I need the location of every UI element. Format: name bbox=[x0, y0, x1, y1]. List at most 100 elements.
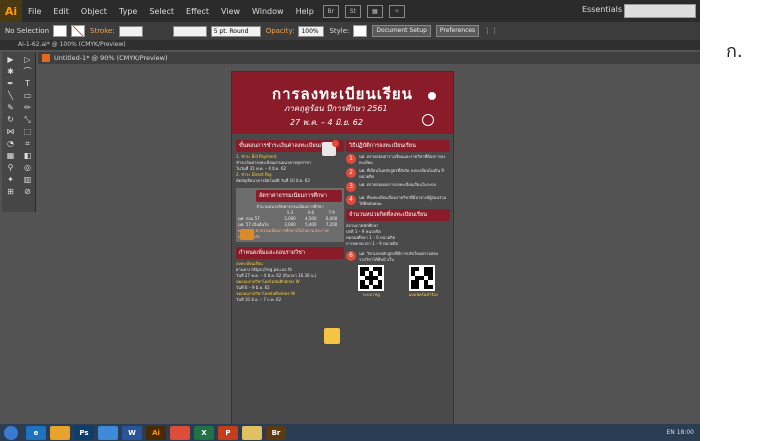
qr-label: แบบฟอร์มคำร้อง bbox=[408, 292, 438, 297]
pencil-tool-icon[interactable]: ✏ bbox=[19, 102, 36, 114]
magic-wand-icon[interactable]: ✱ bbox=[2, 66, 19, 78]
shape-builder-icon[interactable]: ◔ bbox=[2, 138, 19, 150]
step-number: 6 bbox=[346, 251, 356, 261]
decor-ring-icon bbox=[422, 114, 434, 126]
selection-tool-icon[interactable]: ▶ bbox=[2, 54, 19, 66]
opacity-label[interactable]: Opacity: bbox=[266, 27, 295, 35]
rotate-tool-icon[interactable]: ↻ bbox=[2, 114, 19, 126]
qr-block: ระบบ reg bbox=[358, 265, 385, 298]
slice-tool-icon[interactable]: ⊘ bbox=[19, 186, 36, 198]
arrange-documents-icon[interactable]: ▦ bbox=[366, 4, 383, 18]
graph-tool-icon[interactable]: ▥ bbox=[19, 174, 36, 186]
payment-line-5: ตัดบัญชีธนาคารอัตโนมัติ วันที่ 10 มิ.ย. … bbox=[236, 178, 310, 183]
search-input[interactable] bbox=[624, 4, 696, 18]
variable-width-field[interactable] bbox=[172, 25, 207, 37]
taskbar-ie-icon[interactable]: e bbox=[26, 425, 46, 440]
menu-edit[interactable]: Edit bbox=[47, 7, 75, 16]
system-tray[interactable]: EN 18:00 bbox=[667, 424, 694, 441]
document-tab[interactable]: Untitled-1* @ 90% (CMYK/Preview) bbox=[38, 52, 700, 64]
opacity-field[interactable]: 100% bbox=[298, 25, 325, 37]
scale-tool-icon[interactable]: ⤡ bbox=[19, 114, 36, 126]
app-logo: Ai bbox=[0, 0, 22, 22]
menu-view[interactable]: View bbox=[215, 7, 246, 16]
taskbar-explorer-icon[interactable] bbox=[50, 425, 70, 440]
schedule-header: กำหนดเพิ่มและถอนรายวิชา bbox=[236, 247, 344, 259]
decor-dot-icon bbox=[428, 92, 436, 100]
bridge-icon[interactable]: Br bbox=[322, 4, 339, 18]
taskbar-powerpoint-icon[interactable]: P bbox=[218, 425, 238, 440]
lasso-icon[interactable]: ⌒ bbox=[19, 66, 36, 78]
wallet-icon bbox=[240, 229, 254, 240]
figure-label: ก. bbox=[726, 41, 743, 62]
menu-file[interactable]: File bbox=[22, 7, 47, 16]
fill-swatch[interactable] bbox=[53, 25, 68, 37]
rectangle-tool-icon[interactable]: ▭ bbox=[19, 90, 36, 102]
control-bar: No Selection Stroke: 5 pt. Round Opacity… bbox=[0, 22, 700, 40]
gpu-icon[interactable]: ✧ bbox=[388, 4, 405, 18]
brush-field[interactable]: 5 pt. Round bbox=[210, 25, 261, 37]
direct-selection-tool-icon[interactable]: ▷ bbox=[19, 54, 36, 66]
step-text: นศ. ตรวจสอบตารางเรียนและรายวิชาที่ต้องกา… bbox=[359, 154, 446, 165]
brush-tool-icon[interactable]: ✎ bbox=[2, 102, 19, 114]
calendar-icon bbox=[324, 328, 340, 344]
menu-type[interactable]: Type bbox=[113, 7, 143, 16]
procedure-header: วิธีปฏิบัติการลงทะเบียนเรียน bbox=[346, 140, 450, 152]
qr-codes: ระบบ reg แบบฟอร์มคำร้อง bbox=[346, 265, 450, 298]
stock-icon[interactable]: St bbox=[344, 4, 361, 18]
close-tab-icon[interactable] bbox=[42, 54, 50, 62]
tools-panel: ▶ ▷ ✱ ⌒ ✒ T ╲ ▭ ✎ ✏ ↻ ⤡ ⋈ ⬚ ◔ ⌗ ▦ ◧ ⚲ ◎ … bbox=[2, 52, 36, 212]
step-item: 3 นศ. ตรวจสอบผลการลงทะเบียนเรียนในระบบ bbox=[346, 182, 450, 192]
step-number: 1 bbox=[346, 154, 356, 164]
document-setup-button[interactable]: Document Setup bbox=[372, 25, 431, 37]
artboard-tool-icon[interactable]: ⊞ bbox=[2, 186, 19, 198]
taskbar-browser-icon[interactable] bbox=[170, 425, 190, 440]
fee-header: อัตราค่าธรรมเนียมการศึกษา bbox=[256, 190, 342, 202]
qr-label: ระบบ reg bbox=[362, 292, 380, 297]
type-tool-icon[interactable]: T bbox=[19, 78, 36, 90]
blend-tool-icon[interactable]: ◎ bbox=[19, 162, 36, 174]
menu-select[interactable]: Select bbox=[143, 7, 180, 16]
taskbar-chrome-icon[interactable] bbox=[98, 425, 118, 440]
menu-effect[interactable]: Effect bbox=[180, 7, 215, 16]
mesh-tool-icon[interactable]: ▦ bbox=[2, 150, 19, 162]
step-item: 1 นศ. ตรวจสอบตารางเรียนและรายวิชาที่ต้อง… bbox=[346, 154, 450, 165]
step-number: 2 bbox=[346, 168, 356, 178]
step-number: 4 bbox=[346, 195, 356, 205]
stroke-label[interactable]: Stroke: bbox=[90, 27, 115, 35]
taskbar-word-icon[interactable]: W bbox=[122, 425, 142, 440]
stroke-swatch[interactable] bbox=[71, 25, 86, 37]
style-label: Style: bbox=[329, 27, 350, 35]
width-tool-icon[interactable]: ⋈ bbox=[2, 126, 19, 138]
taskbar-bridge-icon[interactable]: Br bbox=[266, 425, 286, 440]
taskbar-illustrator-icon[interactable]: Ai bbox=[146, 425, 166, 440]
workspace-switcher[interactable]: Essentials bbox=[582, 5, 622, 14]
badge-icon bbox=[332, 140, 339, 147]
panel-tab[interactable]: Ai-1-62.ai* @ 100% (CMYK/Preview) bbox=[0, 40, 700, 50]
artboard-poster[interactable]: การลงทะเบียนเรียน ภาคฤดูร้อน ปีการศึกษา … bbox=[231, 71, 454, 425]
qr-block: แบบฟอร์มคำร้อง bbox=[408, 265, 438, 298]
free-transform-icon[interactable]: ⬚ bbox=[19, 126, 36, 138]
document-tab-label: Untitled-1* @ 90% (CMYK/Preview) bbox=[54, 54, 168, 62]
qr-code-icon bbox=[358, 265, 385, 291]
preferences-button[interactable]: Preferences bbox=[435, 25, 480, 37]
style-swatch[interactable] bbox=[353, 25, 368, 37]
menu-object[interactable]: Object bbox=[75, 7, 113, 16]
start-button[interactable] bbox=[4, 425, 18, 440]
qr-code-icon bbox=[408, 265, 435, 291]
gradient-tool-icon[interactable]: ◧ bbox=[19, 150, 36, 162]
step-item: 6 นศ. วิชาเอกหลักสูตรที่มีการปรับใหม่ตรว… bbox=[346, 251, 450, 262]
perspective-grid-icon[interactable]: ⌗ bbox=[19, 138, 36, 150]
taskbar-excel-icon[interactable]: X bbox=[194, 425, 214, 440]
menu-window[interactable]: Window bbox=[246, 7, 290, 16]
line-tool-icon[interactable]: ╲ bbox=[2, 90, 19, 102]
align-icon[interactable]: ⋮⋮ bbox=[484, 27, 498, 35]
poster-subtitle: ภาคฤดูร้อน ปีการศึกษา 2561 bbox=[284, 104, 388, 113]
taskbar-folder-icon[interactable] bbox=[242, 425, 262, 440]
symbol-sprayer-icon[interactable]: ✦ bbox=[2, 174, 19, 186]
eyedropper-icon[interactable]: ⚲ bbox=[2, 162, 19, 174]
taskbar-photoshop-icon[interactable]: Ps bbox=[74, 425, 94, 440]
pen-tool-icon[interactable]: ✒ bbox=[2, 78, 19, 90]
step-text: นศ. ที่ลงทะเบียนเรียนรายวิชาที่มีอาจารย์… bbox=[359, 195, 447, 206]
menu-help[interactable]: Help bbox=[290, 7, 320, 16]
stroke-weight-field[interactable] bbox=[118, 25, 143, 37]
